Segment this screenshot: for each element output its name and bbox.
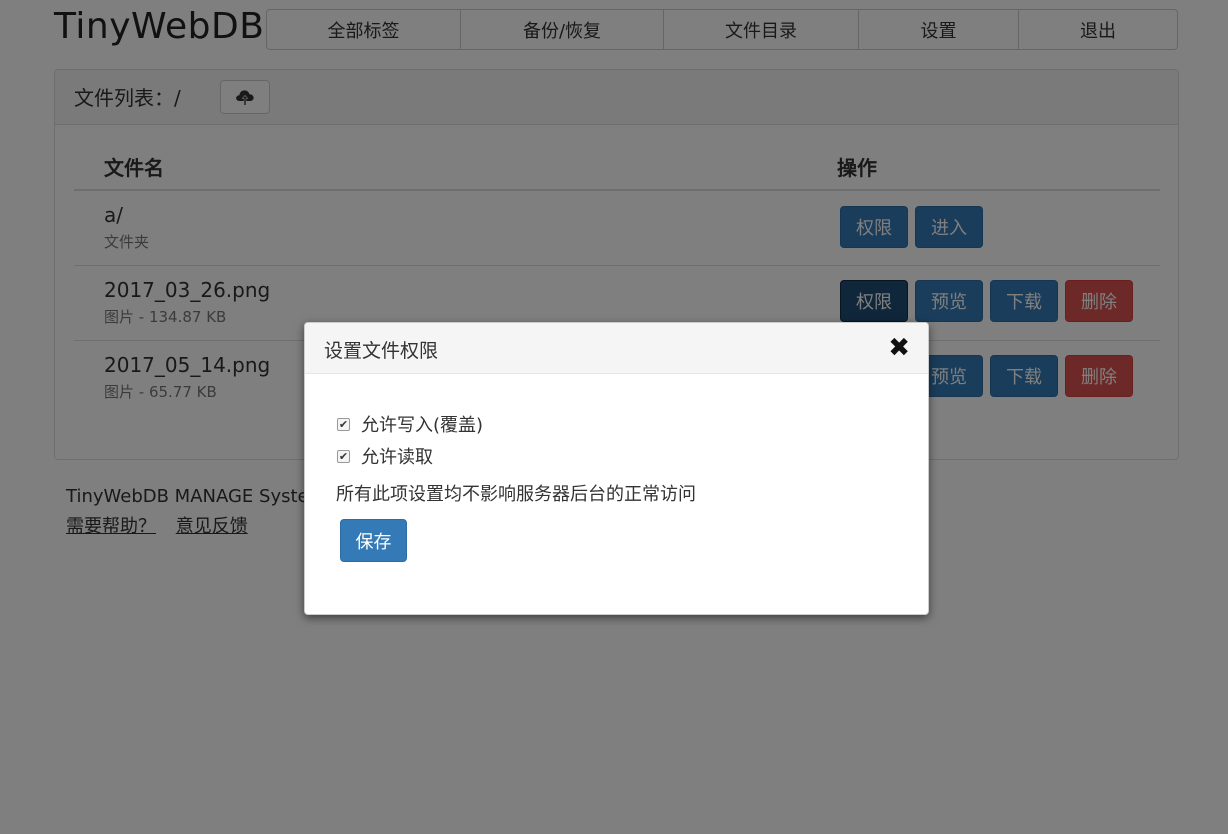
- allow-write-label: 允许写入(覆盖): [361, 415, 484, 436]
- allow-write-checkbox[interactable]: ✔: [337, 417, 350, 431]
- close-icon[interactable]: ✖: [888, 333, 910, 363]
- allow-read-checkbox[interactable]: ✔: [337, 449, 350, 463]
- permission-modal: 设置文件权限 ✖ ✔ 允许写入(覆盖) ✔ 允许读取 所有此项设置均不影响服务器…: [304, 322, 929, 615]
- modal-note: 所有此项设置均不影响服务器后台的正常访问: [336, 484, 696, 505]
- modal-header: 设置文件权限 ✖: [305, 323, 928, 374]
- allow-read-label: 允许读取: [361, 447, 433, 468]
- modal-title: 设置文件权限: [324, 340, 439, 362]
- allow-write-option[interactable]: ✔ 允许写入(覆盖): [337, 411, 483, 437]
- save-button[interactable]: 保存: [340, 519, 407, 562]
- allow-read-option[interactable]: ✔ 允许读取: [337, 443, 433, 469]
